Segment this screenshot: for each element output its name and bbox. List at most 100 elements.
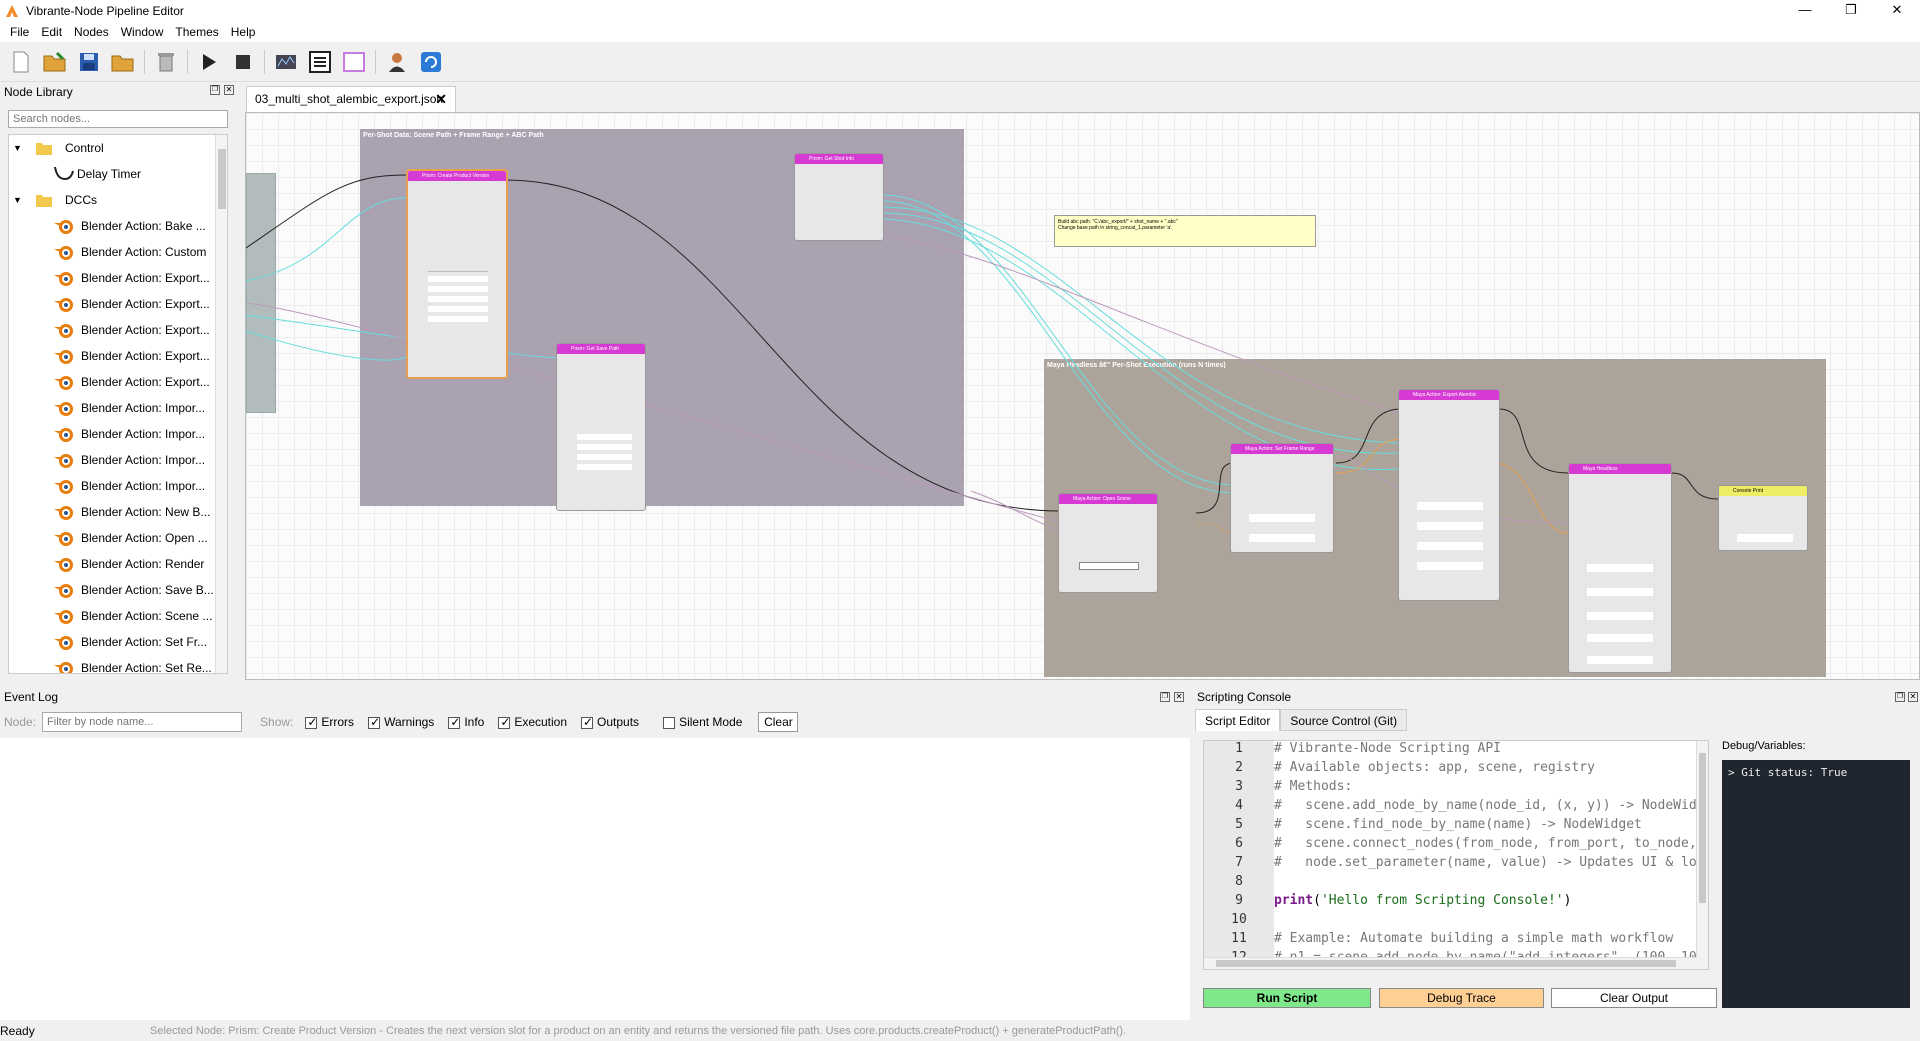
tab-script-editor[interactable]: Script Editor (1195, 709, 1281, 731)
tree-item-blender-action[interactable]: Blender Action: Set Re... (9, 655, 212, 673)
scroll-thumb[interactable] (218, 149, 226, 209)
maximize-button[interactable]: ❐ (1828, 0, 1874, 22)
tree-item-blender-action[interactable]: Blender Action: Export... (9, 317, 210, 343)
tree-item-blender-action[interactable]: Blender Action: Export... (9, 369, 210, 395)
node-prism-get-shot-info[interactable]: Prism: Get Shot Info (794, 153, 884, 241)
menu-edit[interactable]: Edit (35, 25, 68, 39)
root-nodes-field[interactable] (1417, 522, 1483, 530)
tree-item-blender-action[interactable]: Blender Action: Custom (9, 239, 206, 265)
clear-output-button[interactable]: Clear Output (1551, 988, 1717, 1008)
tree-item-blender-action[interactable]: Blender Action: Export... (9, 265, 210, 291)
bat-file-field[interactable] (1587, 612, 1653, 620)
script-editor[interactable]: 1 # Vibrante-Node Scripting API 2 # Availab… (1203, 740, 1709, 970)
tab-document[interactable]: 03_multi_shot_alembic_export.json ✕ (246, 86, 456, 112)
frame-start-field[interactable] (1417, 542, 1483, 550)
node-search-input[interactable] (8, 110, 228, 128)
node-filter-input[interactable] (42, 712, 243, 732)
run-button[interactable] (196, 49, 222, 75)
outputs-checkbox[interactable] (581, 715, 593, 729)
execution-checkbox[interactable] (498, 715, 510, 729)
scene-path-field[interactable] (1079, 562, 1139, 570)
filter-errors[interactable]: Errors (305, 715, 354, 729)
node-maya-headless[interactable]: Maya Headless (1568, 463, 1672, 673)
tree-item-blender-action[interactable]: Blender Action: Impor... (9, 395, 205, 421)
expand-arrow-icon[interactable]: ▼ (13, 143, 27, 153)
node-maya-export-alembic[interactable]: Maya Action: Export Alembic (1398, 389, 1500, 601)
menu-nodes[interactable]: Nodes (68, 25, 115, 39)
tree-item-blender-action[interactable]: Blender Action: Impor... (9, 447, 205, 473)
scroll-thumb[interactable] (1699, 753, 1706, 903)
new-file-button[interactable] (8, 49, 34, 75)
debug-trace-button[interactable]: Debug Trace (1379, 988, 1544, 1008)
float-panel-icon[interactable]: ❐ (210, 85, 220, 95)
frame-end-field[interactable] (1417, 562, 1483, 570)
node-console-print[interactable]: Console Print (1718, 485, 1808, 551)
list-view-button[interactable] (307, 49, 333, 75)
maya-version-field[interactable] (1587, 564, 1653, 572)
tree-folder-dccs[interactable]: ▼ DCCs (9, 187, 97, 213)
filter-info[interactable]: Info (448, 715, 484, 729)
tree-item-blender-action[interactable]: Blender Action: Scene ... (9, 603, 212, 629)
abc-path-field[interactable] (1417, 502, 1483, 510)
menu-help[interactable]: Help (225, 25, 262, 39)
frame-start-field[interactable] (1249, 514, 1315, 522)
close-panel-icon[interactable]: ✕ (224, 85, 234, 95)
float-panel-icon[interactable]: ❐ (1160, 692, 1170, 702)
editor-horizontal-scrollbar[interactable] (1204, 957, 1698, 969)
filter-silent-mode[interactable]: Silent Mode (663, 715, 742, 729)
tab-close-icon[interactable]: ✕ (435, 87, 447, 111)
delete-button[interactable] (153, 49, 179, 75)
frame-end-field[interactable] (1249, 534, 1315, 542)
tree-item-blender-action[interactable]: Blender Action: Export... (9, 291, 210, 317)
clear-log-button[interactable]: Clear (758, 712, 799, 732)
close-window-button[interactable]: ✕ (1874, 0, 1920, 22)
menu-window[interactable]: Window (115, 25, 170, 39)
open-folder-button[interactable] (110, 49, 136, 75)
filter-warnings[interactable]: Warnings (368, 715, 434, 729)
mayapy-path-field[interactable] (1587, 588, 1653, 596)
stop-button[interactable] (230, 49, 256, 75)
refresh-button[interactable] (418, 49, 444, 75)
scroll-thumb[interactable] (1216, 960, 1676, 967)
info-checkbox[interactable] (448, 715, 460, 729)
close-panel-icon[interactable]: ✕ (1174, 692, 1184, 702)
node-maya-set-frame-range[interactable]: Maya Action: Set Frame Range (1230, 443, 1334, 553)
console-print-field[interactable] (1737, 534, 1793, 542)
user-button[interactable] (384, 49, 410, 75)
save-button[interactable] (76, 49, 102, 75)
node-graph-canvas[interactable]: Per-Shot Data: Scene Path + Frame Range … (245, 112, 1920, 680)
scene-file-field[interactable] (1587, 656, 1653, 664)
tree-item-blender-action[interactable]: Blender Action: Render (9, 551, 204, 577)
silent-mode-checkbox[interactable] (663, 716, 676, 729)
float-panel-icon[interactable]: ❐ (1895, 692, 1905, 702)
expand-arrow-icon[interactable]: ▼ (13, 195, 27, 205)
tree-item-blender-action[interactable]: Blender Action: Bake ... (9, 213, 206, 239)
node-prism-create-product-version[interactable]: Prism: Create Product Version (406, 169, 508, 379)
tree-item-delay-timer[interactable]: Delay Timer (9, 161, 141, 187)
maya-env-file-field[interactable] (1587, 634, 1653, 642)
tree-item-blender-action[interactable]: Blender Action: Set Fr... (9, 629, 207, 655)
menu-themes[interactable]: Themes (169, 25, 224, 39)
filter-execution[interactable]: Execution (498, 715, 567, 729)
tree-item-blender-action[interactable]: Blender Action: Impor... (9, 473, 205, 499)
filter-outputs[interactable]: Outputs (581, 715, 639, 729)
tree-scrollbar[interactable] (215, 135, 227, 673)
tree-item-blender-action[interactable]: Blender Action: Export... (9, 343, 210, 369)
errors-checkbox[interactable] (305, 715, 317, 729)
tree-item-blender-action[interactable]: Blender Action: Save B... (9, 577, 214, 603)
warnings-checkbox[interactable] (368, 715, 380, 729)
open-file-button[interactable] (42, 49, 68, 75)
editor-vertical-scrollbar[interactable] (1696, 741, 1708, 969)
tree-folder-control[interactable]: ▼ Control (9, 135, 104, 161)
tree-item-blender-action[interactable]: Blender Action: New B... (9, 499, 210, 525)
node-prism-get-save-path[interactable]: Prism: Get Save Path (556, 343, 646, 511)
close-panel-icon[interactable]: ✕ (1908, 692, 1918, 702)
run-script-button[interactable]: Run Script (1203, 988, 1371, 1008)
tree-item-blender-action[interactable]: Blender Action: Open ... (9, 525, 208, 551)
tree-item-blender-action[interactable]: Blender Action: Impor... (9, 421, 205, 447)
menu-file[interactable]: File (4, 25, 35, 39)
minimize-button[interactable]: — (1782, 0, 1828, 22)
graph-view-button[interactable] (273, 49, 299, 75)
node-maya-open-scene[interactable]: Maya Action: Open Scene (1058, 493, 1158, 593)
tab-source-control[interactable]: Source Control (Git) (1280, 709, 1408, 731)
